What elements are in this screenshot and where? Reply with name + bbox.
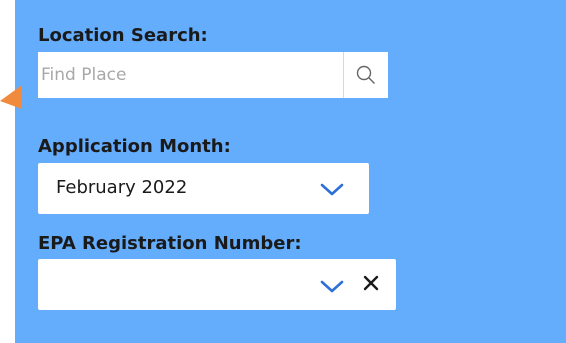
location-search-label: Location Search: [38, 25, 208, 46]
application-month-value: February 2022 [56, 177, 188, 198]
pointer-arrow-icon [0, 85, 22, 109]
chevron-down-icon[interactable] [320, 183, 344, 197]
epa-registration-label: EPA Registration Number: [38, 233, 302, 254]
chevron-down-icon[interactable] [320, 280, 344, 294]
location-search-input[interactable] [38, 52, 343, 98]
search-button[interactable] [343, 52, 388, 98]
application-month-label: Application Month: [38, 136, 231, 157]
location-search-field [38, 52, 388, 98]
search-icon [356, 65, 375, 84]
close-icon[interactable] [362, 274, 380, 292]
application-month-select[interactable]: February 2022 [38, 163, 369, 214]
epa-registration-select[interactable] [38, 259, 396, 310]
